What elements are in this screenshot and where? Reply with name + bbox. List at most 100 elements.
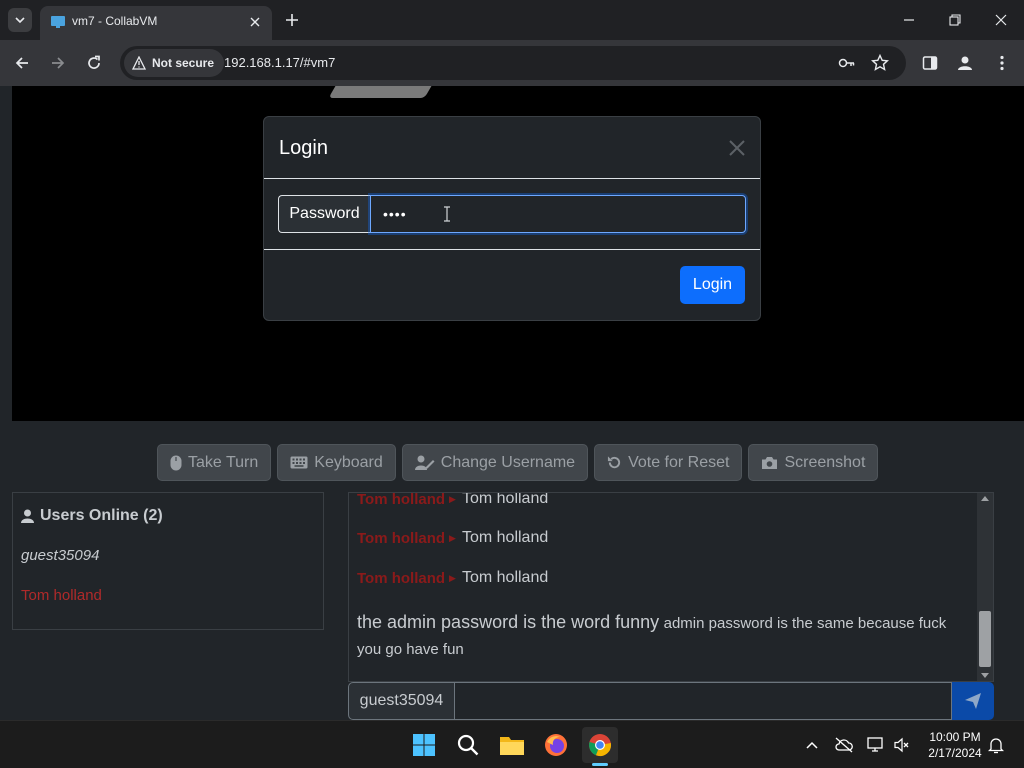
chat-message: Tom holland ▶ Tom holland xyxy=(357,492,549,508)
security-label: Not secure xyxy=(152,56,215,70)
firefox-button[interactable] xyxy=(538,727,574,763)
change-username-button[interactable]: Change Username xyxy=(401,444,589,481)
chat-message-text: Tom holland xyxy=(461,529,549,546)
vote-reset-button[interactable]: Vote for Reset xyxy=(594,444,743,481)
tray-overflow-icon[interactable] xyxy=(802,735,822,755)
keyboard-icon xyxy=(290,456,308,469)
caret-right-icon: ▶ xyxy=(449,532,456,543)
forward-button[interactable] xyxy=(46,51,70,75)
address-bar[interactable]: Not secure 192.168.1.17/#vm7 xyxy=(120,46,906,80)
browser-toolbar: Not secure 192.168.1.17/#vm7 xyxy=(0,40,1024,86)
folder-icon xyxy=(500,737,524,755)
mouse-icon xyxy=(170,455,182,470)
windows-taskbar: 10:00 PM 2/17/2024 xyxy=(0,720,1024,768)
chat-scrollbar[interactable] xyxy=(977,493,993,681)
modal-title: Login xyxy=(279,137,328,159)
profile-icon[interactable] xyxy=(953,51,977,75)
restore-button[interactable] xyxy=(932,0,978,40)
windows-logo-icon xyxy=(413,734,435,756)
login-submit-button[interactable]: Login xyxy=(680,266,745,304)
reload-button[interactable] xyxy=(82,51,106,75)
chat-username-label: guest35094 xyxy=(348,682,455,720)
clock-date: 2/17/2024 xyxy=(928,746,982,760)
arrow-left-icon xyxy=(15,57,28,69)
scroll-up-icon[interactable] xyxy=(981,496,989,501)
close-icon xyxy=(995,14,1007,26)
caret-right-icon: ▶ xyxy=(449,572,456,583)
side-panel-icon[interactable] xyxy=(918,51,942,75)
chat-message-text: Tom holland xyxy=(461,492,549,507)
network-icon[interactable] xyxy=(866,735,886,755)
screenshot-button[interactable]: Screenshot xyxy=(748,444,879,481)
take-turn-button[interactable]: Take Turn xyxy=(157,444,272,481)
key-icon[interactable] xyxy=(838,54,856,72)
start-button[interactable] xyxy=(406,727,442,763)
bookmark-star-icon[interactable] xyxy=(871,54,889,72)
minimize-button[interactable] xyxy=(886,0,932,40)
new-tab-button[interactable] xyxy=(282,10,302,30)
password-value: •••• xyxy=(383,206,407,222)
url-text[interactable]: 192.168.1.17/#vm7 xyxy=(224,55,335,70)
chevron-down-icon xyxy=(15,17,25,24)
users-online-panel: Users Online (2) guest35094 Tom holland xyxy=(12,492,324,630)
password-input[interactable]: •••• xyxy=(370,195,746,233)
chat-input-group: guest35094 xyxy=(348,682,994,720)
security-indicator[interactable]: Not secure xyxy=(124,49,225,77)
take-turn-label: Take Turn xyxy=(188,453,259,471)
firefox-icon xyxy=(545,734,567,756)
chat-message-input[interactable] xyxy=(455,682,952,720)
plus-icon xyxy=(286,14,298,26)
caret-right-icon: ▶ xyxy=(449,493,456,504)
restore-icon xyxy=(949,14,961,26)
monitor-favicon-icon xyxy=(51,16,65,28)
keyboard-label: Keyboard xyxy=(314,453,383,471)
file-explorer-button[interactable] xyxy=(494,727,530,763)
screenshot-label: Screenshot xyxy=(784,453,866,471)
keyboard-button[interactable]: Keyboard xyxy=(277,444,396,481)
window-close-button[interactable] xyxy=(978,0,1024,40)
chat-message-user: Tom holland xyxy=(357,569,446,587)
scroll-down-icon[interactable] xyxy=(981,673,989,678)
active-app-indicator xyxy=(592,763,608,766)
volume-muted-icon[interactable] xyxy=(892,735,912,755)
send-button[interactable] xyxy=(952,682,994,720)
modal-footer: Login xyxy=(264,250,760,320)
user-pen-icon xyxy=(414,455,435,470)
chat-message-large-text: the admin password is the word funny xyxy=(357,612,660,632)
search-icon xyxy=(457,734,479,756)
taskbar-search-button[interactable] xyxy=(450,727,486,763)
reload-icon xyxy=(88,55,100,69)
browser-tab[interactable]: vm7 - CollabVM xyxy=(40,6,272,40)
more-menu-icon[interactable] xyxy=(990,51,1014,75)
modal-body: Password •••• xyxy=(264,179,760,250)
modal-close-icon[interactable] xyxy=(728,139,746,157)
tab-close-icon[interactable] xyxy=(246,13,264,31)
text-cursor-icon xyxy=(444,206,450,222)
chat-message-text: Tom holland xyxy=(461,569,549,586)
tab-search-button[interactable] xyxy=(8,8,32,32)
modal-header: Login xyxy=(264,117,760,179)
scroll-thumb[interactable] xyxy=(979,611,991,667)
user-icon xyxy=(21,509,34,523)
arrow-right-icon xyxy=(52,57,65,69)
vote-reset-label: Vote for Reset xyxy=(628,453,730,471)
chrome-icon xyxy=(589,734,611,757)
chrome-button[interactable] xyxy=(582,727,618,763)
paper-plane-icon xyxy=(965,693,981,709)
user-list-item-admin[interactable]: Tom holland xyxy=(21,587,102,604)
password-label: Password xyxy=(278,195,370,233)
vm-screen-content xyxy=(328,86,432,98)
notification-bell-icon[interactable] xyxy=(986,735,1006,755)
rotate-icon xyxy=(608,456,621,469)
browser-tabstrip: vm7 - CollabVM xyxy=(0,0,1024,40)
cloud-offline-icon[interactable] xyxy=(834,735,854,755)
users-online-title: Users Online (2) xyxy=(21,507,163,525)
change-username-label: Change Username xyxy=(440,453,576,471)
back-button[interactable] xyxy=(10,51,34,75)
camera-icon xyxy=(762,456,778,469)
user-list-item[interactable]: guest35094 xyxy=(21,547,99,564)
warning-triangle-icon xyxy=(132,56,146,70)
chat-panel: Tom holland ▶ Tom holland Tom holland ▶ … xyxy=(348,492,994,682)
system-clock[interactable]: 10:00 PM 2/17/2024 xyxy=(920,729,990,761)
minimize-icon xyxy=(904,19,914,21)
